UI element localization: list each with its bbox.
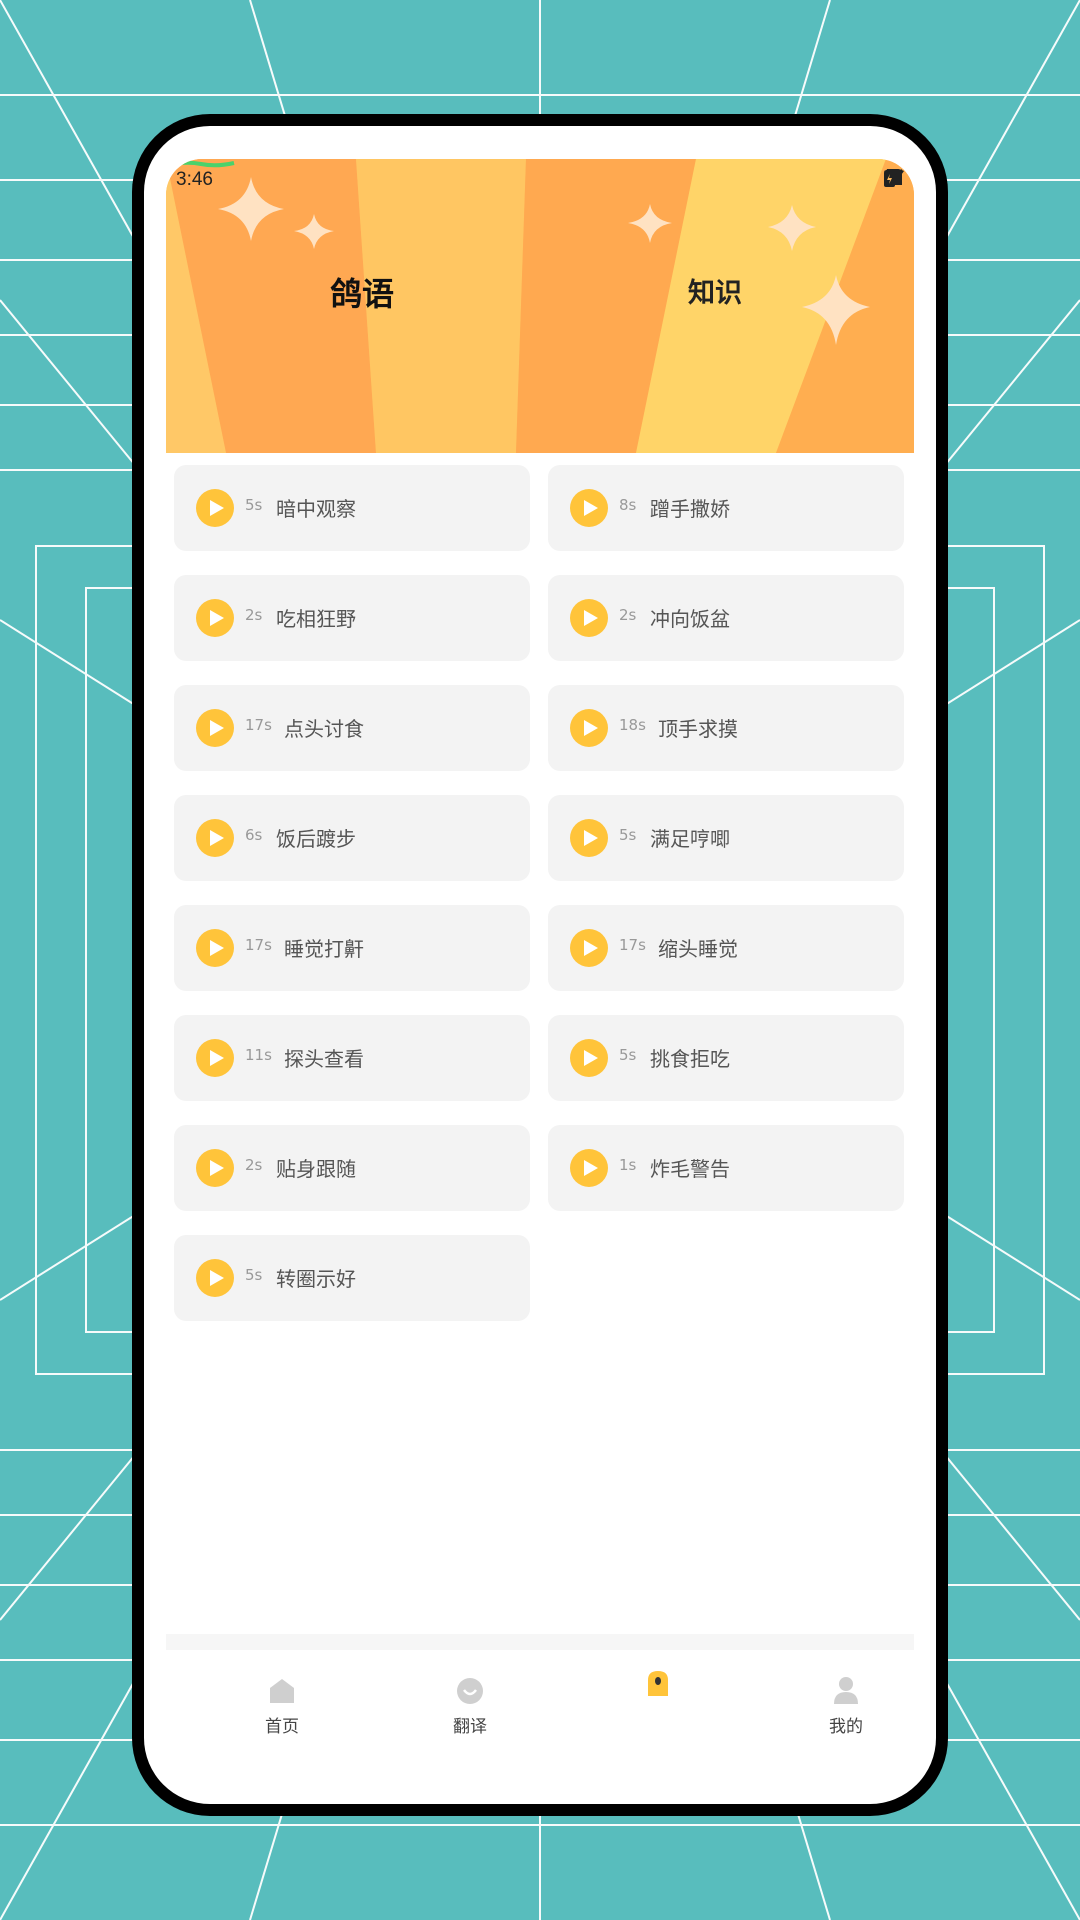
play-icon[interactable] [196,1259,234,1297]
sound-card[interactable]: 5s 挑食拒吃 [548,1015,904,1101]
sound-name: 睡觉打鼾 [284,937,364,961]
sound-name: 炸毛警告 [650,1157,730,1181]
header-banner: 3:46 鸽语 知识 [166,159,914,453]
tab-pigeon-language[interactable]: 鸽语 [330,269,394,315]
sound-name: 缩头睡觉 [658,937,738,961]
sound-duration: 17s [619,936,646,954]
sound-duration: 5s [245,1266,263,1284]
sound-card[interactable]: 2s 吃相狂野 [174,575,530,661]
sound-name: 蹭手撒娇 [650,497,730,521]
sound-name: 贴身跟随 [276,1157,356,1181]
nav-item-translate[interactable]: 翻译 [410,1650,530,1750]
profile-icon [834,1677,858,1704]
sound-card[interactable]: 5s 满足哼唧 [548,795,904,881]
sound-duration: 8s [619,496,637,514]
translate-icon [457,1678,483,1704]
play-icon[interactable] [570,929,608,967]
sound-name: 吃相狂野 [276,607,356,631]
nav-item-home[interactable]: 首页 [222,1650,342,1750]
sound-card[interactable]: 8s 蹭手撒娇 [548,465,904,551]
sound-duration: 17s [245,716,272,734]
sound-card[interactable]: 5s 暗中观察 [174,465,530,551]
sound-card[interactable]: 2s 冲向饭盆 [548,575,904,661]
sound-name: 挑食拒吃 [650,1047,730,1071]
sound-duration: 5s [245,496,263,514]
sound-card[interactable]: 17s 缩头睡觉 [548,905,904,991]
sound-duration: 1s [619,1156,637,1174]
sound-duration: 17s [245,936,272,954]
nav-label-home: 首页 [265,1717,299,1737]
sound-card[interactable]: 5s 转圈示好 [174,1235,530,1321]
nav-item-profile[interactable]: 我的 [786,1650,906,1750]
play-icon[interactable] [196,1149,234,1187]
sound-duration: 6s [245,826,263,844]
play-icon[interactable] [196,1039,234,1077]
sound-duration: 5s [619,826,637,844]
play-icon[interactable] [196,489,234,527]
sound-card[interactable]: 2s 贴身跟随 [174,1125,530,1211]
status-time: 3:46 [176,169,213,190]
sound-name: 冲向饭盆 [650,607,730,631]
battery-icon [884,169,895,187]
play-icon[interactable] [196,599,234,637]
bottom-nav: 首页 翻译 我的 [144,1650,936,1770]
nav-label-translate: 翻译 [453,1717,487,1737]
sound-card[interactable]: 17s 点头讨食 [174,685,530,771]
sound-name: 转圈示好 [276,1267,356,1291]
home-icon [270,1679,294,1703]
sound-duration: 2s [245,1156,263,1174]
sound-duration: 11s [245,1046,272,1064]
play-icon[interactable] [570,709,608,747]
play-icon[interactable] [570,599,608,637]
app-screen: 3:46 鸽语 知识 5s 暗中观察 8s 蹭手撒娇 2s 吃相狂野 2s 冲向… [144,126,936,1804]
sound-duration: 18s [619,716,646,734]
nav-label-profile: 我的 [829,1717,863,1737]
sound-name: 顶手求摸 [658,717,738,741]
play-icon[interactable] [196,709,234,747]
banner-background [166,159,914,453]
nav-divider [166,1634,914,1650]
sound-duration: 2s [619,606,637,624]
play-icon[interactable] [570,1039,608,1077]
play-icon[interactable] [570,489,608,527]
nav-item-pigeon-sound[interactable] [598,1650,718,1750]
sound-name: 探头查看 [284,1047,364,1071]
pigeon-sound-icon [648,1671,668,1696]
active-tab-indicator [167,160,235,168]
sound-duration: 5s [619,1046,637,1064]
sound-duration: 2s [245,606,263,624]
sound-name: 满足哼唧 [650,827,730,851]
phone-frame: 3:46 鸽语 知识 5s 暗中观察 8s 蹭手撒娇 2s 吃相狂野 2s 冲向… [132,114,948,1816]
sound-card[interactable]: 18s 顶手求摸 [548,685,904,771]
play-icon[interactable] [570,1149,608,1187]
play-icon[interactable] [570,819,608,857]
sound-name: 点头讨食 [284,717,364,741]
sound-card[interactable]: 1s 炸毛警告 [548,1125,904,1211]
sound-name: 饭后踱步 [276,827,356,851]
sound-name: 暗中观察 [276,497,356,521]
sound-card[interactable]: 11s 探头查看 [174,1015,530,1101]
sound-card[interactable]: 17s 睡觉打鼾 [174,905,530,991]
play-icon[interactable] [196,819,234,857]
tab-knowledge[interactable]: 知识 [688,271,742,310]
play-icon[interactable] [196,929,234,967]
sound-card[interactable]: 6s 饭后踱步 [174,795,530,881]
